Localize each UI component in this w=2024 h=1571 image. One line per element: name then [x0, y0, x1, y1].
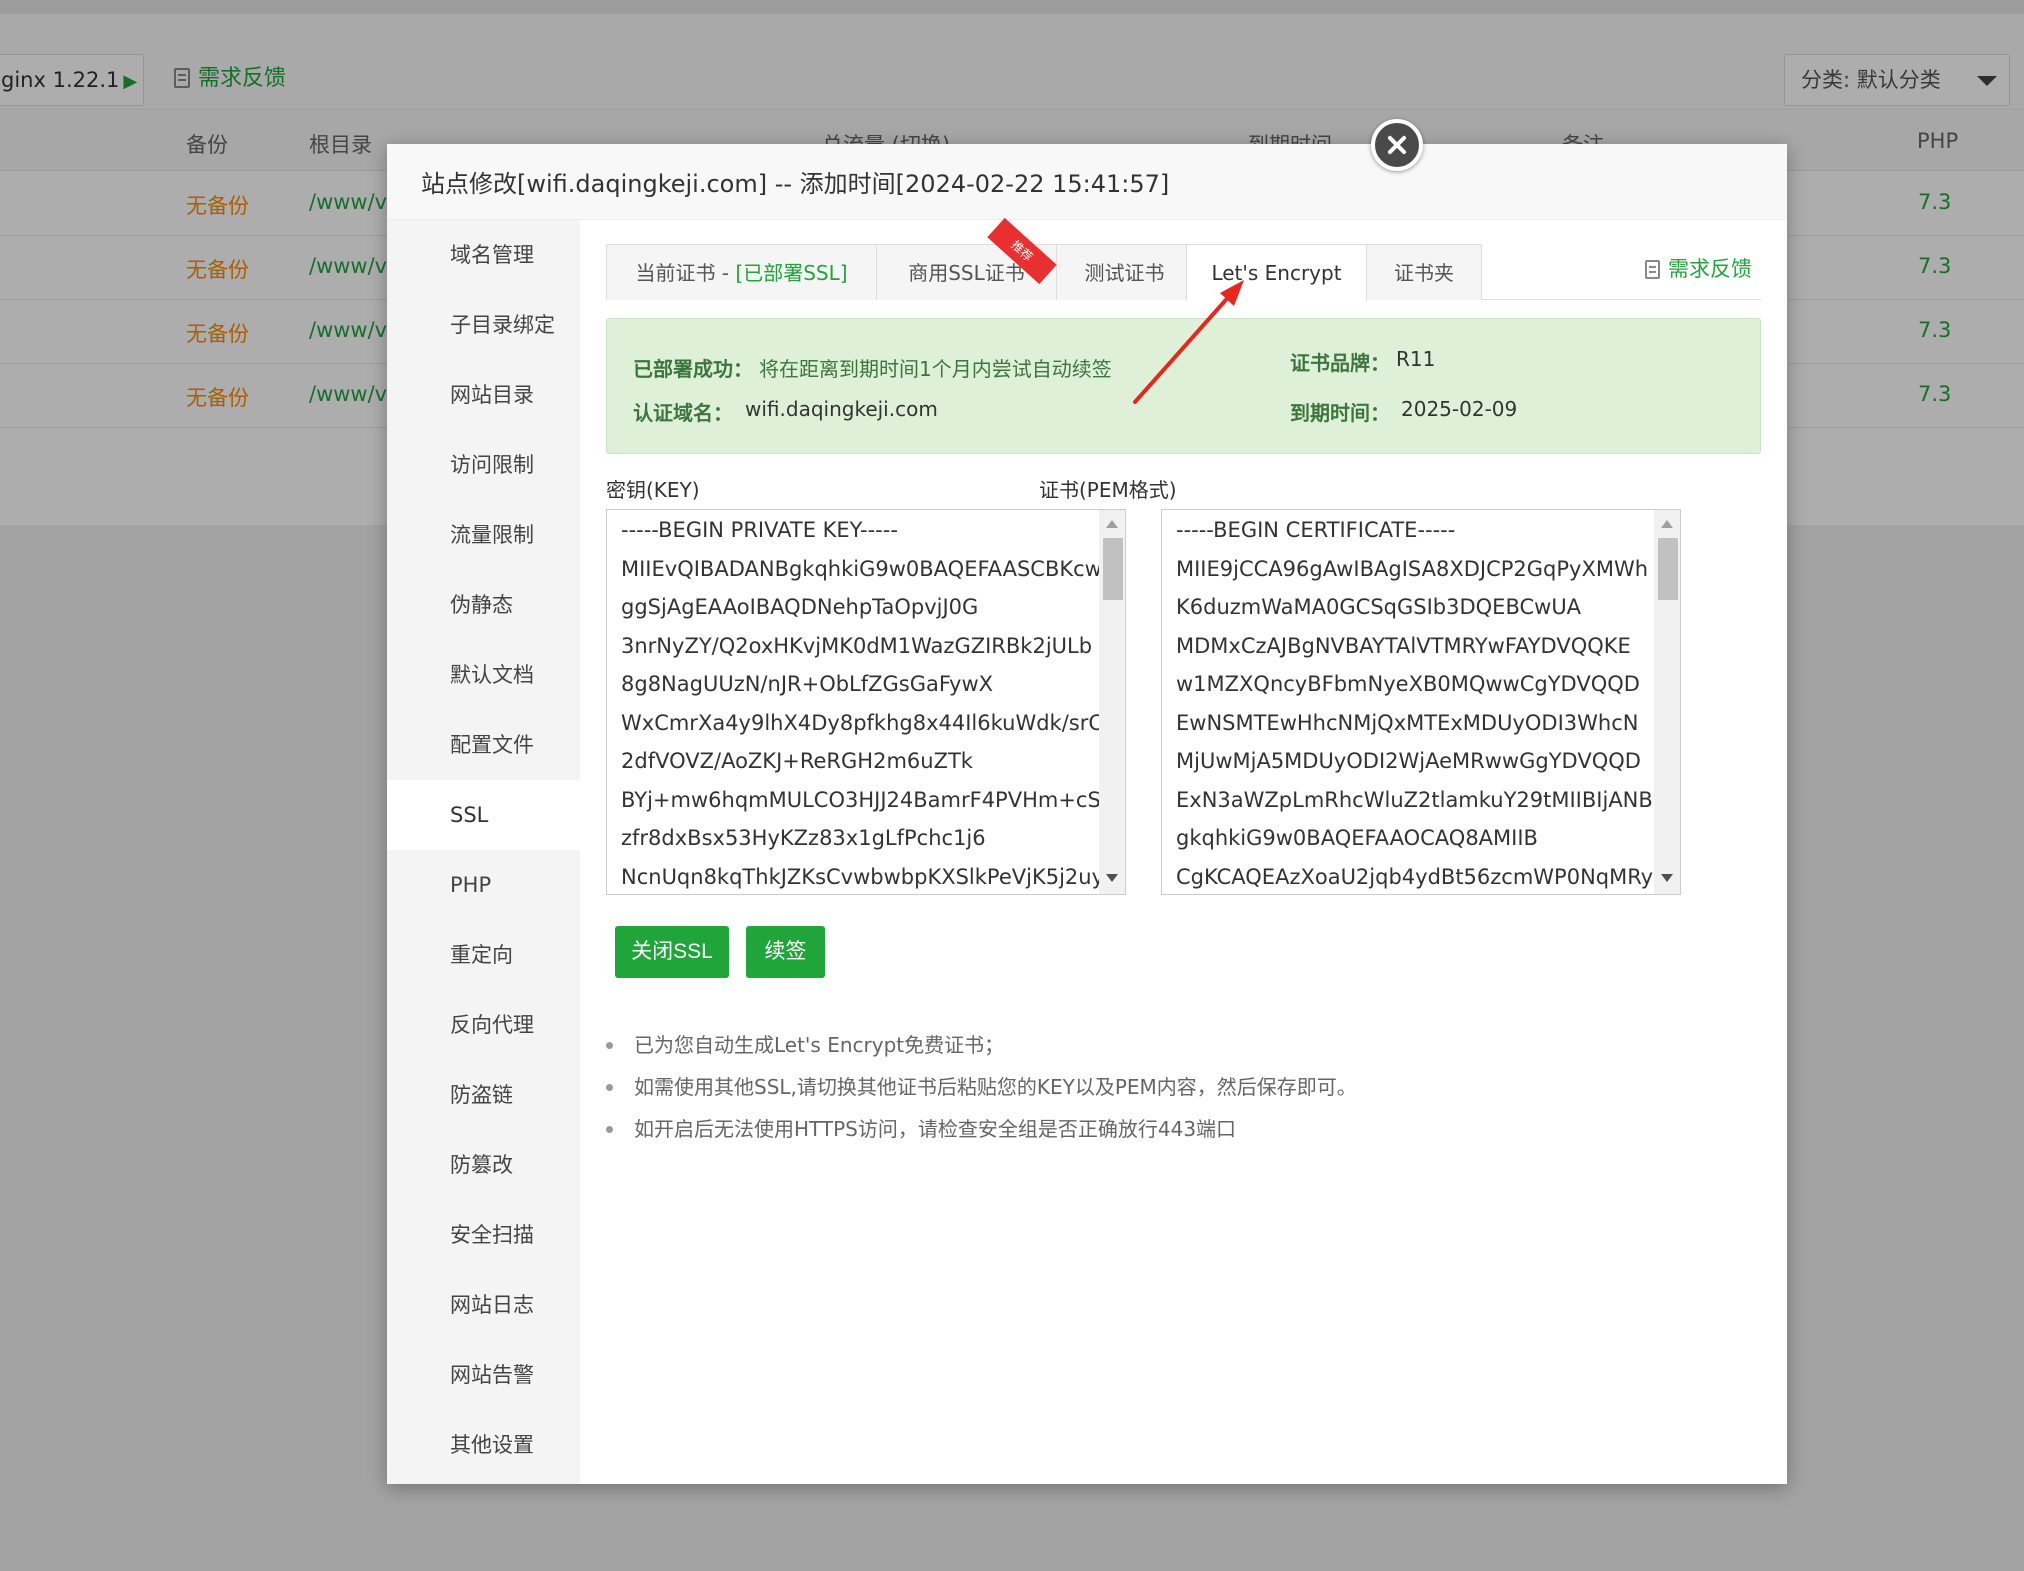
- menu-item-tamper[interactable]: 防篡改: [387, 1130, 580, 1200]
- scroll-down-icon[interactable]: [1106, 874, 1118, 882]
- text-line: BYj+mw6hqmMULCO3HJJ24BamrF4PVHm+cS: [621, 787, 1101, 812]
- tab-cert-folder[interactable]: 证书夹: [1366, 244, 1482, 300]
- text-line: NcnUqn8kqThkJZKsCvwbwbpKXSlkPeVjK5j2uy: [621, 864, 1105, 889]
- text-line: ExN3aWZpLmRhcWluZ2tlamkuY29tMIIBIjANB: [1176, 787, 1653, 812]
- expire-value: 2025-02-09: [1401, 397, 1518, 421]
- cert-label: 证书(PEM格式): [1039, 478, 1177, 502]
- text-line: 8g8NagUUzN/nJR+ObLfZGsGaFywX: [621, 672, 994, 696]
- key-scrollbar[interactable]: [1099, 510, 1125, 894]
- text-line: MDMxCzAJBgNVBAYTAlVTMRYwFAYDVQQKE: [1176, 633, 1631, 658]
- menu-item-other-settings[interactable]: 其他设置: [387, 1410, 580, 1480]
- scroll-up-icon[interactable]: [1106, 520, 1118, 528]
- text-line: MIIEvQIBADANBgkqhkiG9w0BAQEFAASCBKcw: [621, 556, 1102, 581]
- menu-item-redirect[interactable]: 重定向: [387, 920, 580, 990]
- close-icon[interactable]: [1371, 119, 1423, 171]
- menu-item-security-scan[interactable]: 安全扫描: [387, 1200, 580, 1270]
- text-line: ggSjAgEAAoIBAQDNehpTaOpvjJ0G: [621, 595, 979, 619]
- modal-title: 站点修改[wifi.daqingkeji.com] -- 添加时间[2024-0…: [421, 170, 1170, 198]
- list-item: 已为您自动生成Let's Encrypt免费证书；: [602, 1024, 1702, 1066]
- menu-item-rewrite[interactable]: 伪静态: [387, 570, 580, 640]
- text-line: -----BEGIN CERTIFICATE-----: [1176, 518, 1456, 542]
- menu-item-hotlink[interactable]: 防盗链: [387, 1060, 580, 1130]
- private-key-content: -----BEGIN PRIVATE KEY----- MIIEvQIBADANB…: [607, 511, 1107, 894]
- menu-item-subdir[interactable]: 子目录绑定: [387, 290, 580, 360]
- text-line: zfr8dxBsx53HyKZz83x1gLfPchc1j6: [621, 826, 986, 850]
- text-line: 3nrNyZY/Q2oxHKvjMK0dM1WazGZIRBk2jULb: [621, 633, 1093, 658]
- certificate-textarea[interactable]: -----BEGIN CERTIFICATE----- MIIE9jCCA96gA…: [1161, 509, 1681, 895]
- text-line: -----BEGIN PRIVATE KEY-----: [621, 518, 898, 542]
- scroll-up-icon[interactable]: [1661, 520, 1673, 528]
- domain-value: wifi.daqingkeji.com: [745, 397, 938, 421]
- brand-value: R11: [1396, 347, 1436, 371]
- menu-item-default-doc[interactable]: 默认文档: [387, 640, 580, 710]
- key-label: 密钥(KEY): [606, 478, 700, 502]
- text-line: MjUwMjA5MDUyODI2WjAeMRwwGgYDVQQD: [1176, 749, 1641, 773]
- menu-item-site-log[interactable]: 网站日志: [387, 1270, 580, 1340]
- menu-item-traffic-limit[interactable]: 流量限制: [387, 500, 580, 570]
- domain-label: 认证域名：: [633, 401, 733, 425]
- scroll-down-icon[interactable]: [1661, 874, 1673, 882]
- text-line: CgKCAQEAzXoaU2jqb4ydBt56zcmWP0NqMRy: [1176, 864, 1654, 889]
- menu-item-reverse-proxy[interactable]: 反向代理: [387, 990, 580, 1060]
- brand-label: 证书品牌：: [1290, 351, 1390, 375]
- cert-scrollbar[interactable]: [1654, 510, 1680, 894]
- menu-item-php[interactable]: PHP: [387, 850, 580, 920]
- menu-item-domain[interactable]: 域名管理: [387, 220, 580, 290]
- menu-item-access-limit[interactable]: 访问限制: [387, 430, 580, 500]
- text-line: K6duzmWaMA0GCSqGSIb3DQEBCwUA: [1176, 595, 1582, 619]
- cert-tabs: 当前证书 - [已部署SSL] 商用SSL证书 测试证书 Let's Encry…: [606, 244, 1761, 301]
- private-key-textarea[interactable]: -----BEGIN PRIVATE KEY----- MIIEvQIBADANB…: [606, 509, 1126, 895]
- modal-header: 站点修改[wifi.daqingkeji.com] -- 添加时间[2024-0…: [387, 144, 1787, 220]
- edit-note-icon: [1645, 260, 1660, 279]
- close-ssl-button[interactable]: 关闭SSL: [615, 926, 729, 978]
- site-settings-menu: 域名管理 子目录绑定 网站目录 访问限制 流量限制 伪静态 默认文档 配置文件 …: [387, 220, 580, 1484]
- list-item: 如需使用其他SSL,请切换其他证书后粘贴您的KEY以及PEM内容，然后保存即可。: [602, 1066, 1702, 1108]
- certificate-content: -----BEGIN CERTIFICATE----- MIIE9jCCA96gA…: [1162, 511, 1662, 894]
- expire-label: 到期时间：: [1290, 401, 1390, 425]
- menu-item-config[interactable]: 配置文件: [387, 710, 580, 780]
- menu-item-ssl[interactable]: SSL: [387, 780, 580, 850]
- ssl-status-box: 已部署成功： 将在距离到期时间1个月内尝试自动续签 认证域名： wifi.daq…: [606, 318, 1761, 454]
- tab-test-cert[interactable]: 测试证书: [1056, 244, 1193, 300]
- text-line: WxCmrXa4y9lhX4Dy8pfkhg8x44Il6kuWdk/srC: [621, 710, 1104, 735]
- menu-item-site-alert[interactable]: 网站告警: [387, 1340, 580, 1410]
- renew-button[interactable]: 续签: [746, 926, 825, 978]
- list-item: 如开启后无法使用HTTPS访问，请检查安全组是否正确放行443端口: [602, 1108, 1702, 1150]
- text-line: 2dfVOVZ/AoZKJ+ReRGH2m6uZTk: [621, 749, 973, 773]
- tab-current-cert[interactable]: 当前证书 - [已部署SSL]: [606, 244, 877, 300]
- deploy-status-label: 已部署成功：: [633, 357, 753, 381]
- text-line: w1MZXQncyBFbmNyeXB0MQwwCgYDVQQD: [1176, 672, 1640, 696]
- text-line: MIIE9jCCA96gAwIBAgISA8XDJCP2GqPyXMWh: [1176, 556, 1649, 581]
- scroll-thumb[interactable]: [1103, 538, 1123, 600]
- deploy-status-text: 将在距离到期时间1个月内尝试自动续签: [759, 357, 1112, 381]
- menu-item-site-dir[interactable]: 网站目录: [387, 360, 580, 430]
- text-line: gkqhkiG9w0BAQEFAAOCAQ8AMIIB: [1176, 826, 1538, 850]
- scroll-thumb[interactable]: [1658, 538, 1678, 600]
- ssl-tips-list: 已为您自动生成Let's Encrypt免费证书； 如需使用其他SSL,请切换其…: [602, 1024, 1702, 1150]
- ssl-feedback-link[interactable]: 需求反馈: [1645, 253, 1752, 283]
- tab-letsencrypt[interactable]: Let's Encrypt: [1186, 244, 1367, 301]
- text-line: EwNSMTEwHhcNMjQxMTExMDUyODI3WhcN: [1176, 710, 1639, 735]
